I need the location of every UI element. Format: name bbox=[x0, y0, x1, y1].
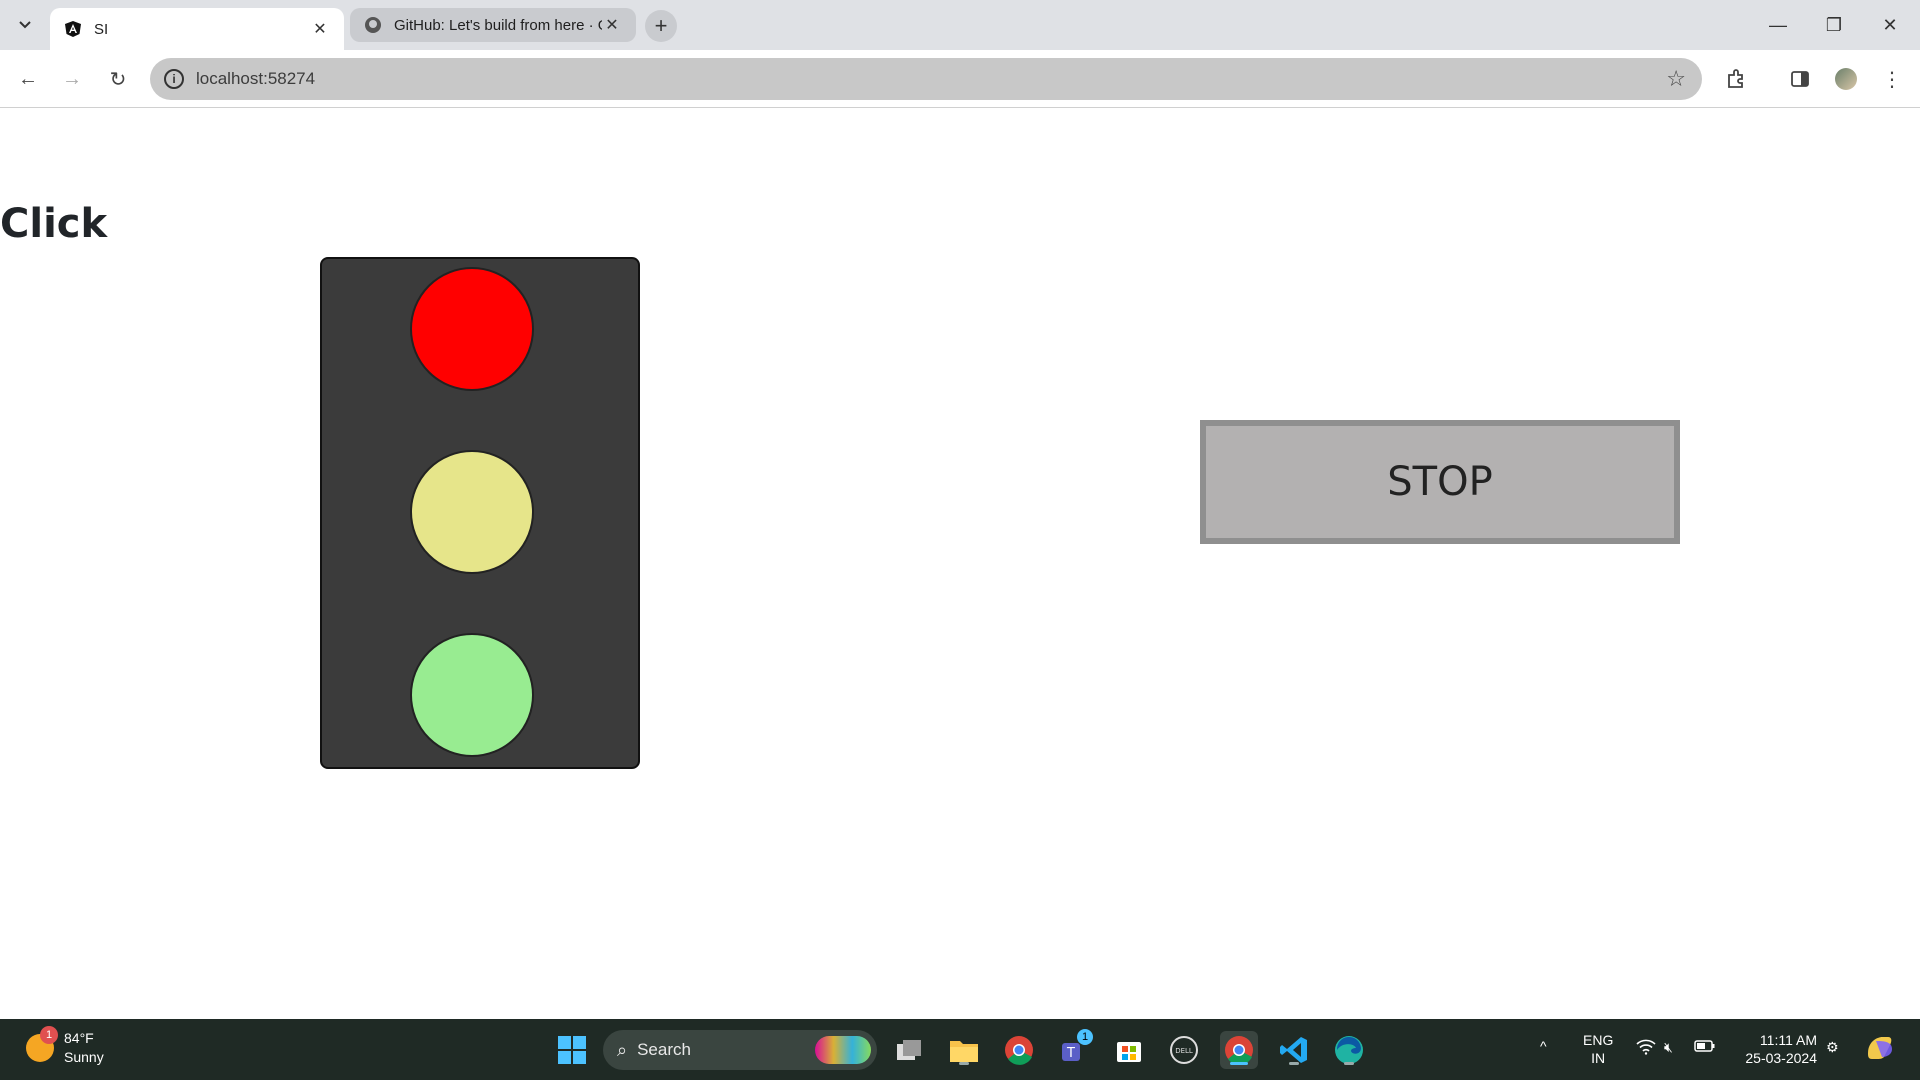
green-light[interactable] bbox=[410, 633, 534, 757]
stop-button[interactable]: STOP bbox=[1200, 420, 1680, 544]
battery-icon[interactable] bbox=[1694, 1039, 1716, 1057]
url-text: localhost:58274 bbox=[196, 69, 316, 88]
forward-button[interactable]: → bbox=[56, 63, 88, 95]
chrome-button[interactable] bbox=[1000, 1031, 1038, 1069]
taskbar: 1 84°F Sunny ⌕ Search T 1 DELL ^ ENG IN … bbox=[0, 1019, 1920, 1080]
edge-icon bbox=[1335, 1036, 1363, 1064]
running-indicator bbox=[1289, 1062, 1299, 1065]
minimize-icon: — bbox=[1769, 14, 1787, 35]
arrow-right-icon: → bbox=[62, 67, 82, 90]
new-tab-button[interactable]: + bbox=[645, 10, 677, 42]
weather-condition: Sunny bbox=[64, 1049, 104, 1065]
vscode-icon bbox=[1280, 1037, 1307, 1063]
tab-strip: SI ✕ GitHub: Let's build from here · G ✕… bbox=[0, 0, 1920, 50]
wifi-icon[interactable] bbox=[1636, 1039, 1656, 1059]
yellow-light[interactable] bbox=[410, 450, 534, 574]
bookmark-star-icon[interactable]: ☆ bbox=[1666, 66, 1686, 92]
back-button[interactable]: ← bbox=[12, 63, 44, 95]
sun-icon: 1 bbox=[26, 1026, 58, 1062]
tab-si[interactable]: SI ✕ bbox=[50, 8, 344, 50]
close-icon: ✕ bbox=[1882, 14, 1898, 35]
close-tab-icon[interactable]: ✕ bbox=[602, 15, 622, 35]
svg-text:DELL: DELL bbox=[1175, 1047, 1193, 1055]
tab-github[interactable]: GitHub: Let's build from here · G ✕ bbox=[350, 8, 636, 42]
teams-button[interactable]: T 1 bbox=[1055, 1029, 1093, 1069]
search-label: Search bbox=[637, 1040, 691, 1059]
vscode-button[interactable] bbox=[1275, 1031, 1313, 1069]
tab-title: GitHub: Let's build from here · G bbox=[394, 16, 602, 34]
avatar bbox=[1835, 68, 1857, 90]
page-content: Click STOP bbox=[0, 109, 1920, 1019]
reload-icon: ↻ bbox=[109, 68, 127, 91]
store-icon bbox=[1117, 1042, 1141, 1062]
weather-temp: 84°F bbox=[64, 1030, 94, 1046]
close-tab-icon[interactable]: ✕ bbox=[310, 19, 330, 39]
page-heading: Click bbox=[0, 201, 108, 247]
edge-button[interactable] bbox=[1330, 1031, 1368, 1069]
clock-date: 25-03-2024 bbox=[1745, 1050, 1817, 1066]
red-light[interactable] bbox=[410, 267, 534, 391]
browser-toolbar: ← → ↻ i localhost:58274 ☆ ⋮ bbox=[0, 50, 1920, 108]
angular-icon bbox=[64, 20, 82, 38]
search-icon: ⌕ bbox=[617, 1039, 628, 1060]
notification-settings-icon[interactable]: ⚙ bbox=[1826, 1038, 1839, 1056]
tab-title: SI bbox=[94, 20, 109, 38]
task-view-icon bbox=[897, 1040, 921, 1060]
svg-text:T: T bbox=[1066, 1046, 1075, 1061]
plus-icon: + bbox=[654, 13, 668, 38]
file-explorer-button[interactable] bbox=[945, 1031, 983, 1069]
store-button[interactable] bbox=[1110, 1031, 1148, 1069]
close-window-button[interactable]: ✕ bbox=[1862, 0, 1918, 50]
show-hidden-icons-chevron-icon[interactable]: ^ bbox=[1540, 1037, 1547, 1055]
teams-badge: 1 bbox=[1077, 1029, 1093, 1045]
running-indicator bbox=[959, 1062, 969, 1065]
weather-badge: 1 bbox=[40, 1026, 58, 1044]
site-info-icon[interactable]: i bbox=[164, 69, 184, 89]
reload-button[interactable]: ↻ bbox=[102, 63, 134, 95]
extensions-icon[interactable] bbox=[1720, 63, 1752, 95]
chrome-active-button[interactable] bbox=[1220, 1031, 1258, 1069]
running-indicator bbox=[1344, 1062, 1354, 1065]
chrome-icon bbox=[1005, 1036, 1033, 1065]
side-panel-icon[interactable] bbox=[1784, 63, 1816, 95]
github-icon bbox=[364, 16, 382, 34]
dell-button[interactable]: DELL bbox=[1165, 1031, 1203, 1069]
language-code: ENG bbox=[1583, 1032, 1614, 1048]
folder-icon bbox=[950, 1041, 978, 1062]
restore-icon: ❐ bbox=[1825, 14, 1843, 35]
tab-search-chevron-icon[interactable] bbox=[10, 10, 40, 40]
windows-icon bbox=[558, 1036, 586, 1064]
chrome-profile-icon bbox=[1225, 1036, 1253, 1065]
task-view-button[interactable] bbox=[890, 1031, 928, 1069]
minimize-button[interactable]: — bbox=[1750, 0, 1806, 50]
traffic-light bbox=[320, 257, 640, 769]
region-code: IN bbox=[1591, 1050, 1606, 1066]
dell-icon: DELL bbox=[1170, 1036, 1198, 1064]
start-button[interactable] bbox=[553, 1031, 591, 1069]
search-highlight-image bbox=[815, 1036, 871, 1064]
menu-kebab-icon[interactable]: ⋮ bbox=[1876, 63, 1908, 95]
volume-muted-icon[interactable]: 🔇︎ bbox=[1664, 1038, 1673, 1056]
restore-button[interactable]: ❐ bbox=[1806, 0, 1862, 50]
clock-time: 11:11 AM bbox=[1759, 1032, 1817, 1048]
address-bar[interactable]: i localhost:58274 ☆ bbox=[150, 58, 1702, 100]
weather-widget[interactable]: 1 84°F Sunny bbox=[26, 1026, 104, 1067]
clock[interactable]: 11:11 AM 25-03-2024 bbox=[1737, 1031, 1817, 1067]
profile-avatar[interactable] bbox=[1830, 63, 1862, 95]
active-indicator bbox=[1230, 1062, 1248, 1065]
language-indicator[interactable]: ENG IN bbox=[1583, 1031, 1613, 1067]
arrow-left-icon: ← bbox=[18, 67, 38, 90]
copilot-icon[interactable] bbox=[1864, 1031, 1896, 1067]
taskbar-search[interactable]: ⌕ Search bbox=[603, 1030, 877, 1070]
